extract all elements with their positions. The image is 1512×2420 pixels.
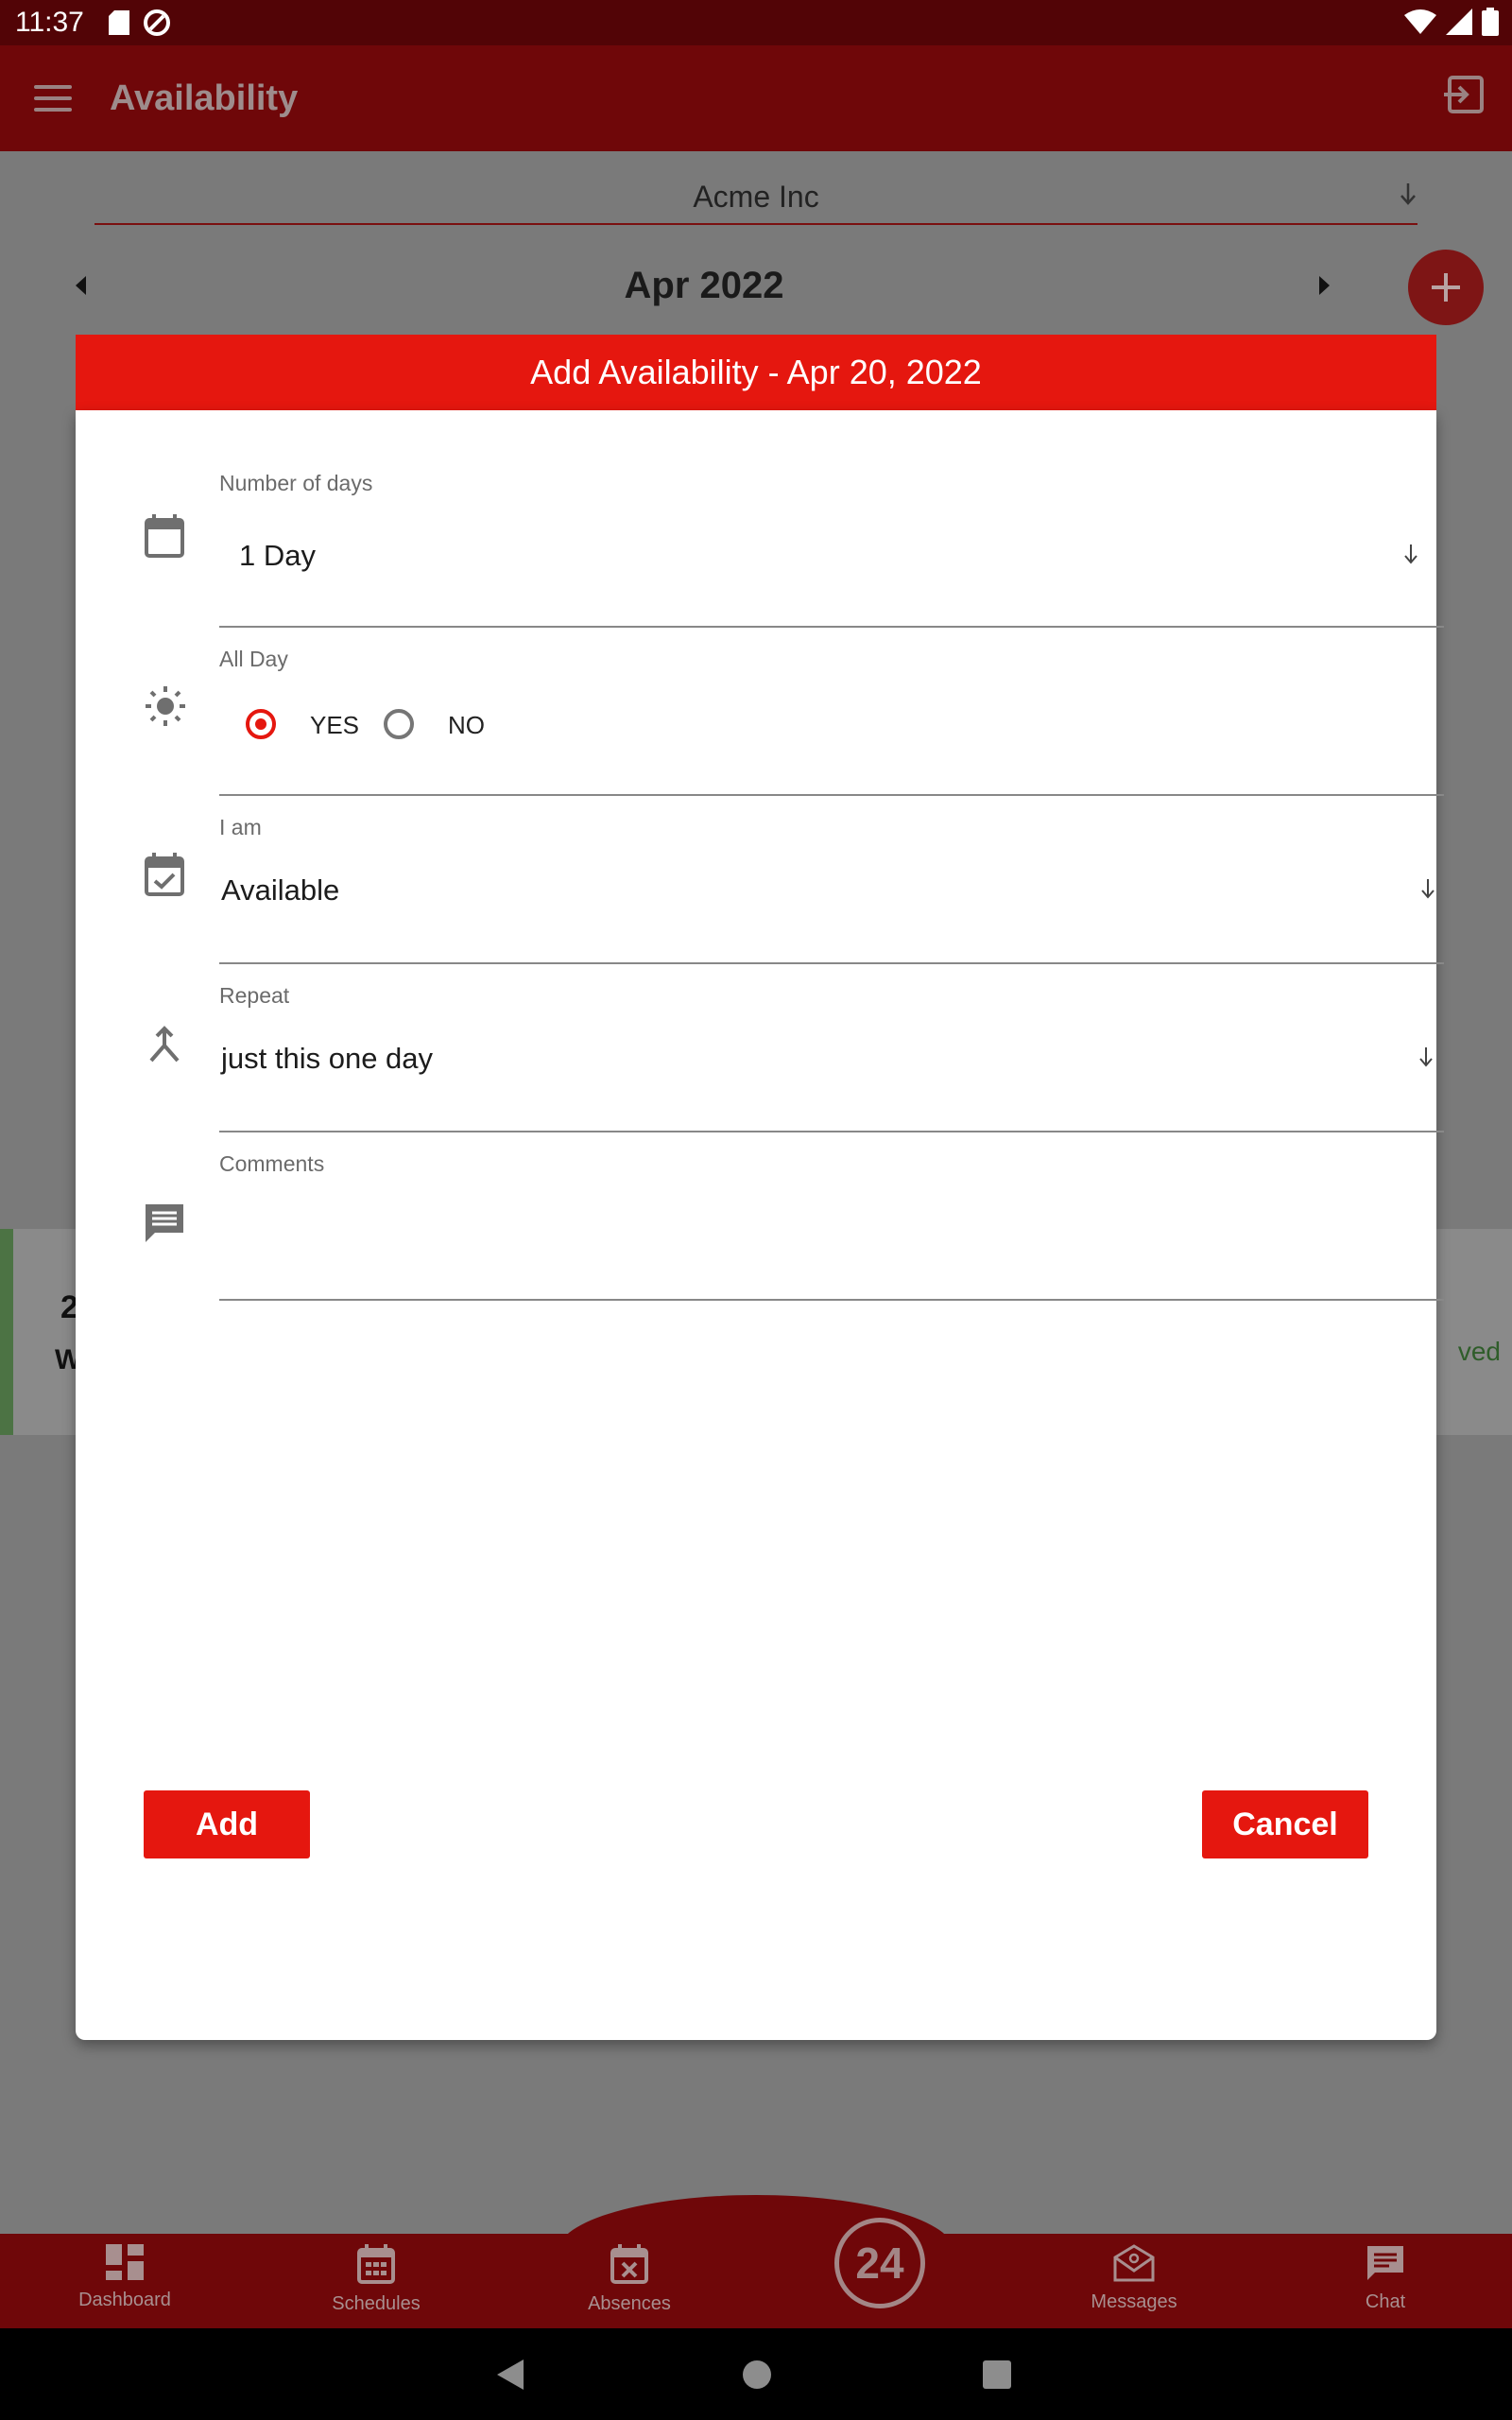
dialog-title: Add Availability - Apr 20, 2022 <box>76 335 1436 410</box>
nav-center-button[interactable]: 24 <box>834 2218 925 2308</box>
comments-input[interactable]: Comments <box>219 1151 1444 1301</box>
all-day-yes-label[interactable]: YES <box>310 711 359 740</box>
nav-chat[interactable]: Chat <box>1291 2244 1480 2313</box>
nav-schedules[interactable]: Schedules <box>282 2244 471 2315</box>
month-nav: Apr 2022 <box>0 257 1512 318</box>
arrow-down-icon <box>1421 879 1435 899</box>
nav-absences-label: Absences <box>588 2293 671 2314</box>
arrow-down-icon <box>1400 183 1416 205</box>
all-day-no-label[interactable]: NO <box>448 711 485 740</box>
nav-schedules-label: Schedules <box>332 2293 421 2314</box>
repeat-select[interactable]: Repeat just this one day <box>219 983 1444 1132</box>
back-icon[interactable] <box>497 2360 524 2390</box>
all-day-yes-radio[interactable] <box>246 709 276 739</box>
nav-absences[interactable]: Absences <box>535 2244 724 2315</box>
calendar-icon <box>357 2244 395 2284</box>
next-month-icon[interactable] <box>1319 276 1330 295</box>
mail-icon <box>1113 2244 1155 2282</box>
menu-icon[interactable] <box>34 85 72 112</box>
recent-apps-icon[interactable] <box>983 2360 1011 2389</box>
comment-icon <box>146 1204 183 1242</box>
card-status: ved <box>1457 1337 1501 1366</box>
arrow-down-icon <box>1419 1047 1433 1067</box>
number-of-days-label: Number of days <box>219 471 373 495</box>
dashboard-icon <box>106 2244 144 2280</box>
calendar-x-icon <box>610 2244 648 2284</box>
arrow-down-icon <box>1404 544 1418 564</box>
app-bar: Availability <box>0 45 1512 151</box>
wifi-icon <box>1404 9 1436 34</box>
add-availability-dialog: Number of days 1 Day All Day YES NO I am… <box>76 410 1444 2040</box>
plus-icon <box>1432 273 1460 302</box>
home-icon[interactable] <box>743 2360 771 2389</box>
signal-icon <box>1446 9 1472 35</box>
chat-icon <box>1367 2246 1403 2280</box>
logout-icon[interactable] <box>1444 74 1486 115</box>
add-button[interactable]: Add <box>144 1790 310 1858</box>
comments-label: Comments <box>219 1151 325 1176</box>
battery-icon <box>1482 8 1499 36</box>
merge-icon <box>149 1026 180 1063</box>
nav-chat-label: Chat <box>1365 2291 1406 2312</box>
sun-icon <box>146 686 185 726</box>
sd-card-icon <box>108 10 129 35</box>
company-select[interactable]: Acme Inc <box>94 168 1418 225</box>
status-time: 11:37 <box>15 7 84 38</box>
calendar-icon <box>145 514 184 558</box>
i-am-value: Available <box>221 873 340 907</box>
all-day-group: All Day YES NO <box>219 647 1444 796</box>
all-day-label: All Day <box>219 647 288 671</box>
nav-messages[interactable]: Messages <box>1040 2244 1228 2313</box>
month-label: Apr 2022 <box>624 265 784 306</box>
page-title: Availability <box>110 78 299 118</box>
nav-dashboard-label: Dashboard <box>78 2290 171 2310</box>
nav-dashboard[interactable]: Dashboard <box>30 2244 219 2311</box>
all-day-no-radio[interactable] <box>384 709 414 739</box>
nav-messages-label: Messages <box>1091 2291 1177 2312</box>
card-status-stripe <box>0 1229 13 1435</box>
bottom-nav <box>0 2234 1512 2328</box>
number-of-days-value: 1 Day <box>239 539 316 572</box>
number-of-days-select[interactable]: Number of days 1 Day <box>219 471 1444 628</box>
calendar-check-icon <box>145 853 184 896</box>
company-select-value: Acme Inc <box>693 180 819 214</box>
sync-icon <box>143 9 170 36</box>
i-am-select[interactable]: I am Available <box>219 815 1444 964</box>
repeat-value: just this one day <box>221 1042 434 1075</box>
cancel-button[interactable]: Cancel <box>1202 1790 1368 1858</box>
i-am-label: I am <box>219 815 262 839</box>
repeat-label: Repeat <box>219 983 290 1008</box>
status-bar: 11:37 <box>0 0 1512 45</box>
add-fab-button[interactable] <box>1408 250 1484 325</box>
